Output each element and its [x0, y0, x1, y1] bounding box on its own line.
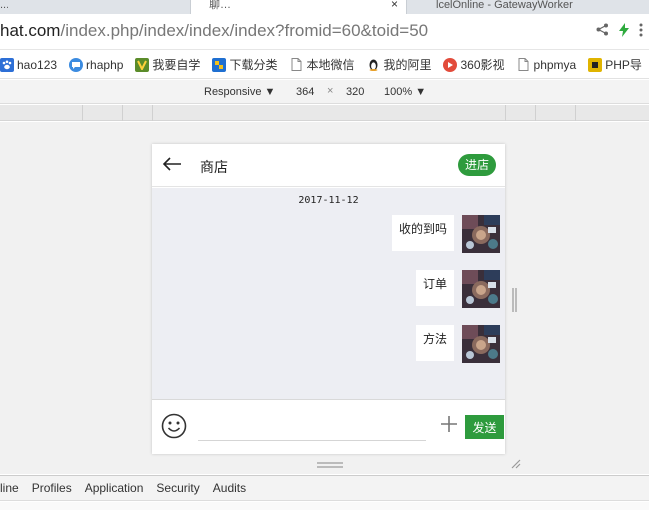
device-toolbar: Responsive ▼ 364 × 320 100% ▼ — [0, 80, 649, 104]
bookmark-self-study[interactable]: 我要自学 — [135, 56, 200, 73]
tab-timeline[interactable]: line — [0, 481, 19, 495]
bookmark-label: 本地微信 — [306, 58, 355, 72]
bookmark-rhaphp[interactable]: rhaphp — [69, 57, 124, 72]
browser-tab[interactable]: ... — [0, 0, 8, 14]
message-bubble: 方法 — [415, 325, 454, 361]
address-bar[interactable]: hat.com/index.php/index/index/index?from… — [0, 14, 649, 50]
message-bubble: 订单 — [415, 270, 454, 306]
share-icon[interactable] — [596, 23, 609, 40]
message-composer: 发送 — [152, 401, 505, 454]
page-icon — [289, 58, 303, 72]
paw-icon — [0, 57, 14, 72]
avatar[interactable] — [462, 325, 500, 363]
resize-handle-right[interactable] — [512, 288, 517, 312]
message-list[interactable]: 2017-11-12 收的到吗 订单 方法 — [152, 188, 505, 400]
yellow-folder-icon — [588, 57, 603, 72]
bookmark-php-guide[interactable]: PHP导 — [588, 56, 642, 73]
address-bar-actions — [596, 23, 643, 40]
chat-header: 商店 进店 — [152, 144, 505, 187]
media-query-ruler[interactable] — [0, 105, 649, 121]
browser-tab[interactable]: lcelOnline - GatewayWorker — [420, 0, 649, 14]
back-arrow-icon[interactable] — [161, 153, 183, 175]
message-input[interactable] — [198, 411, 426, 441]
viewport-width-input[interactable]: 364 — [296, 86, 314, 98]
bookmark-label: 下载分类 — [229, 58, 278, 72]
page-title: 商店 — [200, 159, 228, 175]
resize-handle-bottom[interactable] — [317, 462, 343, 468]
plus-icon[interactable] — [440, 415, 458, 433]
more-icon[interactable] — [639, 23, 643, 40]
bookmark-label: 360影视 — [460, 58, 505, 72]
page-icon — [517, 58, 531, 72]
tab-label: ... — [0, 0, 8, 11]
browser-tab-active[interactable]: 聊… × — [190, 0, 407, 14]
tab-label: 聊… — [209, 0, 231, 11]
devtools-status-strip — [0, 502, 649, 510]
emulated-viewport: 商店 进店 2017-11-12 收的到吗 订单 方法 发送 — [0, 122, 649, 474]
bookmark-hao123[interactable]: hao123 — [0, 57, 58, 72]
bookmark-label: phpmya — [533, 57, 577, 72]
message-item: 方法 — [415, 325, 500, 363]
chat-bubble-icon — [69, 57, 84, 72]
close-tab-icon[interactable]: × — [391, 0, 398, 10]
bookmark-label: 我的阿里 — [383, 58, 432, 72]
emoji-icon[interactable] — [161, 413, 187, 439]
download-flag-icon — [212, 57, 227, 72]
viewport-height-input[interactable]: 320 — [346, 86, 364, 98]
avatar[interactable] — [462, 215, 500, 253]
play-circle-icon — [443, 57, 458, 72]
resize-corner-icon[interactable] — [509, 457, 521, 469]
send-button[interactable]: 发送 — [465, 415, 504, 439]
bookmark-my-ali[interactable]: 我的阿里 — [366, 56, 431, 73]
penguin-icon — [366, 58, 380, 72]
url-text[interactable]: hat.com/index.php/index/index/index?from… — [0, 21, 428, 41]
bookmarks-bar: hao123 rhaphp 我要自学 下载分类 本地微信 我的阿里 360影视 … — [0, 51, 649, 79]
message-date: 2017-11-12 — [298, 195, 359, 206]
message-item: 订单 — [415, 270, 500, 308]
bookmark-label: hao123 — [17, 57, 58, 72]
bookmark-local-wechat[interactable]: 本地微信 — [289, 56, 354, 73]
dimension-separator: × — [327, 85, 334, 97]
browser-tab-strip: ... 聊… × lcelOnline - GatewayWorker — [0, 0, 649, 14]
bookmark-label: 我要自学 — [152, 58, 201, 72]
bookmark-download-category[interactable]: 下载分类 — [212, 56, 277, 73]
lightning-icon[interactable] — [619, 23, 629, 40]
url-host: hat.com — [0, 21, 61, 40]
device-mode-select[interactable]: Responsive ▼ — [204, 86, 275, 98]
bookmark-phpmyadmin[interactable]: phpmya — [517, 57, 577, 72]
bookmark-360-video[interactable]: 360影视 — [443, 56, 505, 73]
v-logo-icon — [135, 57, 150, 72]
bookmark-label: PHP导 — [605, 58, 642, 72]
tab-profiles[interactable]: Profiles — [32, 481, 72, 495]
enter-shop-button[interactable]: 进店 — [458, 154, 496, 176]
message-bubble: 收的到吗 — [391, 215, 454, 251]
url-path: /index.php/index/index/index?fromid=60&t… — [60, 21, 429, 40]
message-item: 收的到吗 — [391, 215, 500, 253]
tab-application[interactable]: Application — [85, 481, 144, 495]
chat-page: 商店 进店 2017-11-12 收的到吗 订单 方法 发送 — [152, 144, 505, 454]
tab-label: lcelOnline - GatewayWorker — [436, 0, 573, 11]
zoom-select[interactable]: 100% ▼ — [384, 86, 426, 98]
tab-security[interactable]: Security — [156, 481, 199, 495]
avatar[interactable] — [462, 270, 500, 308]
bookmark-label: rhaphp — [86, 57, 124, 72]
tab-audits[interactable]: Audits — [213, 481, 246, 495]
devtools-panel-tabs: line Profiles Application Security Audit… — [0, 475, 649, 501]
